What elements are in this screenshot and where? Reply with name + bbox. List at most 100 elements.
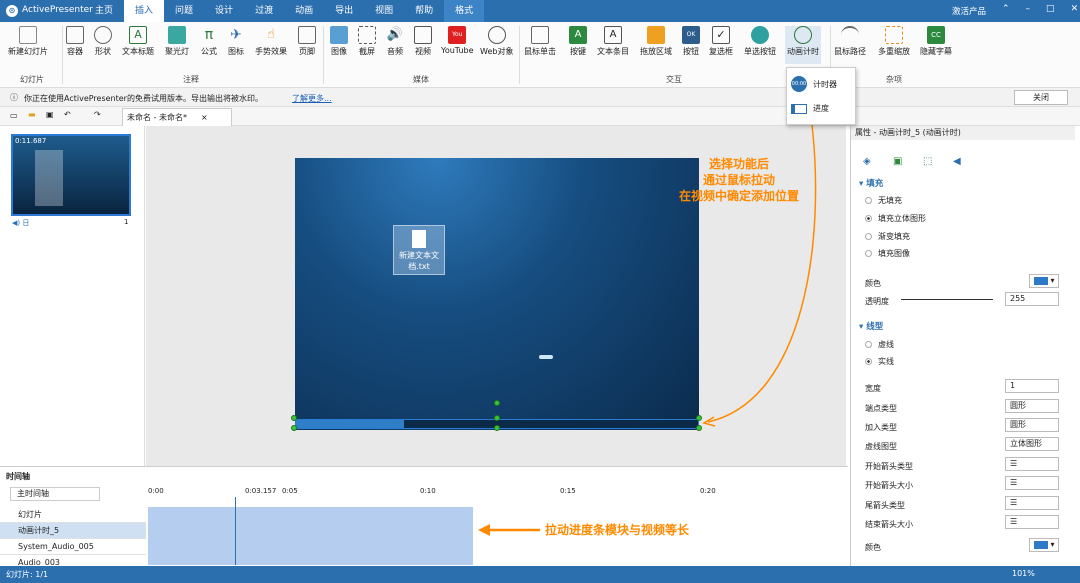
end-arrow-size-select[interactable]: ☰ xyxy=(1005,515,1059,529)
collapse-icon[interactable]: ⌃ xyxy=(1002,4,1010,14)
menu-item-timer[interactable]: 00:00 计时器 xyxy=(791,76,837,92)
drop-area-button[interactable]: 拖放区域 xyxy=(640,26,672,57)
audio-button[interactable]: 🔊 音频 xyxy=(386,26,404,57)
checkbox-icon: ✓ xyxy=(712,26,730,44)
end-arrow-type-select[interactable]: ☰ xyxy=(1005,496,1059,510)
zoom-level[interactable]: 101% xyxy=(1012,569,1035,578)
checkbox-button[interactable]: ✓ 复选框 xyxy=(709,26,733,57)
start-arrow-size-select[interactable]: ☰ xyxy=(1005,476,1059,490)
slide-video[interactable] xyxy=(295,158,699,430)
youtube-button[interactable]: You YouTube xyxy=(441,26,474,55)
slide-thumbnail[interactable]: 0:11.687 xyxy=(11,134,131,216)
resize-handle[interactable] xyxy=(291,415,297,421)
tab-insert[interactable]: 插入 xyxy=(124,0,165,22)
opacity-field[interactable]: 255 xyxy=(1005,292,1059,306)
close-icon[interactable]: ✕ xyxy=(1071,4,1079,14)
timer-progress-block[interactable] xyxy=(148,507,473,565)
desktop-file-icon[interactable]: 新建文本文档.txt xyxy=(393,225,445,275)
hand-icon: ☝ xyxy=(267,27,275,42)
tab-view[interactable]: 视图 xyxy=(364,0,404,22)
new-file-icon[interactable]: ▭ xyxy=(10,111,18,120)
redo-icon[interactable]: ↷ xyxy=(94,110,101,119)
fill-option-solid[interactable]: 填充立体图形 xyxy=(865,213,926,224)
timeline-row-system-audio[interactable]: System_Audio_005 xyxy=(0,539,146,555)
new-slide-button[interactable]: 新建幻灯片 xyxy=(8,26,48,57)
resize-handle[interactable] xyxy=(291,425,297,431)
cap-type-select[interactable]: 圆形 xyxy=(1005,399,1059,413)
tab-question[interactable]: 问题 xyxy=(164,0,204,22)
fill-option-none[interactable]: 无填充 xyxy=(865,195,902,206)
width-field[interactable]: 1 xyxy=(1005,379,1059,393)
tab-home[interactable]: 主页 xyxy=(84,0,124,22)
maximize-icon[interactable]: □ xyxy=(1046,4,1055,14)
playhead[interactable] xyxy=(235,497,236,565)
radio-button-button[interactable]: 单选按钮 xyxy=(744,26,776,57)
timeline-select[interactable]: 主时间轴 xyxy=(10,487,100,501)
equation-button[interactable]: π 公式 xyxy=(200,26,218,57)
dash-type-select[interactable]: 立体图形 xyxy=(1005,437,1059,451)
screenshot-button[interactable]: 截屏 xyxy=(358,26,376,57)
start-arrow-type-select[interactable]: ☰ xyxy=(1005,457,1059,471)
web-object-button[interactable]: Web对象 xyxy=(480,26,513,57)
close-info-button[interactable]: 关闭 xyxy=(1014,90,1068,105)
sound-icon[interactable]: ◀ xyxy=(953,156,961,167)
join-type-select[interactable]: 圆形 xyxy=(1005,418,1059,432)
undo-icon[interactable]: ↶ xyxy=(64,110,71,119)
animated-timer-button[interactable]: 动画计时 xyxy=(785,26,821,64)
close-tab-icon[interactable]: × xyxy=(201,113,208,122)
resize-handle[interactable] xyxy=(494,415,500,421)
activate-product-link[interactable]: 激活产品 xyxy=(952,5,986,17)
fill-color-picker[interactable]: ▾ xyxy=(1029,274,1059,288)
closed-caption-button[interactable]: CC 隐藏字幕 xyxy=(920,26,952,57)
resize-handle[interactable] xyxy=(494,425,500,431)
tab-help[interactable]: 帮助 xyxy=(404,0,444,22)
ok-button-icon: OK xyxy=(682,26,700,44)
line-option-dash[interactable]: 虚线 xyxy=(865,339,894,350)
fill-option-image[interactable]: 填充图像 xyxy=(865,248,910,259)
text-caption-button[interactable]: A 文本标题 xyxy=(122,26,154,57)
size-icon[interactable]: ▣ xyxy=(893,156,902,167)
icon-button[interactable]: ✈ 图标 xyxy=(227,26,245,57)
mouse-click-button[interactable]: 鼠标单击 xyxy=(524,26,556,57)
video-button[interactable]: 视频 xyxy=(414,26,432,57)
opacity-slider[interactable] xyxy=(901,299,993,300)
button-button[interactable]: OK 按钮 xyxy=(682,26,700,57)
fill-bucket-icon[interactable]: ◈ xyxy=(863,156,871,167)
key-stroke-button[interactable]: A 按键 xyxy=(569,26,587,57)
tab-export[interactable]: 导出 xyxy=(324,0,364,22)
spotlight-button[interactable]: 聚光灯 xyxy=(165,26,189,57)
line-option-solid[interactable]: 实线 xyxy=(865,356,894,367)
timeline-title: 时间轴 xyxy=(6,472,30,481)
container-button[interactable]: 容器 xyxy=(66,26,84,57)
tab-format[interactable]: 格式 xyxy=(444,0,485,22)
line-color-picker[interactable]: ▾ xyxy=(1029,538,1059,552)
footer-button[interactable]: 页脚 xyxy=(298,26,316,57)
position-icon[interactable]: ⬚ xyxy=(923,156,932,167)
timeline-row-slide[interactable]: 幻灯片 xyxy=(0,507,146,523)
tick-label: 0:15 xyxy=(560,487,576,495)
timeline-row-timer[interactable]: 动画计时_5 xyxy=(0,523,146,539)
rotate-handle[interactable] xyxy=(494,400,500,406)
progress-bar-fill xyxy=(296,420,404,428)
tab-animation[interactable]: 动画 xyxy=(284,0,324,22)
line-section-header[interactable]: ▾ 线型 xyxy=(859,320,883,332)
open-folder-icon[interactable]: ▬ xyxy=(28,110,36,119)
tab-design[interactable]: 设计 xyxy=(204,0,244,22)
tick-label: 0:10 xyxy=(420,487,436,495)
clock-icon xyxy=(794,26,812,44)
fill-section-header[interactable]: ▾ 填充 xyxy=(859,177,883,189)
image-button[interactable]: 图像 xyxy=(330,26,348,57)
gesture-effect-button[interactable]: ☝ 手势效果 xyxy=(255,26,287,57)
multi-zoom-button[interactable]: 多重缩放 xyxy=(878,26,910,57)
text-entry-button[interactable]: A 文本条目 xyxy=(597,26,629,57)
menu-item-progress[interactable]: 进度 xyxy=(791,103,829,114)
minimize-icon[interactable]: – xyxy=(1026,4,1031,14)
document-tab[interactable]: 未命名 - 未命名* × xyxy=(122,108,232,126)
fill-option-gradient[interactable]: 渐变填充 xyxy=(865,231,910,242)
tab-transition[interactable]: 过渡 xyxy=(244,0,284,22)
mouse-path-button[interactable]: 鼠标路径 xyxy=(834,26,866,57)
annotation-bottom: 拉动进度条模块与视频等长 xyxy=(545,523,690,537)
learn-more-link[interactable]: 了解更多... xyxy=(292,93,332,104)
shape-button[interactable]: 形状 xyxy=(94,26,112,57)
save-icon[interactable]: ▣ xyxy=(46,110,54,119)
